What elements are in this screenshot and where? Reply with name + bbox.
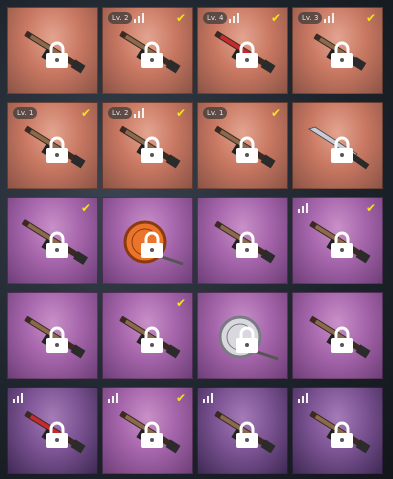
checkmark-icon: ✔ (80, 201, 92, 215)
skin-tile[interactable]: ✔ (7, 197, 98, 284)
lock-icon (46, 231, 68, 258)
lock-icon (331, 421, 353, 448)
checkmark-icon: ✔ (175, 296, 187, 310)
skin-tile[interactable]: ✔ (102, 387, 193, 474)
checkmark-icon: ✔ (80, 106, 92, 120)
lock-icon (236, 421, 258, 448)
skin-tile[interactable] (197, 292, 288, 379)
lock-icon (46, 421, 68, 448)
skin-tile[interactable] (292, 387, 383, 474)
level-badge: Lv. 4 (203, 12, 228, 24)
skin-tile[interactable]: Lv. 2 ✔ (102, 102, 193, 189)
lock-icon (141, 231, 163, 258)
signal-bars-icon (298, 203, 309, 213)
signal-bars-icon (134, 13, 145, 23)
level-badge: Lv. 2 (108, 107, 133, 119)
skin-inventory-grid: Lv. 2 ✔ Lv. 4 ✔ Lv. 3 ✔ Lv. 1 ✔ Lv. 2 ✔ Lv. 1 ✔ ✔ ✔ ✔ ✔ (0, 0, 393, 479)
skin-tile[interactable] (7, 387, 98, 474)
skin-tile[interactable]: ✔ (102, 292, 193, 379)
lock-icon (46, 136, 68, 163)
lock-icon (331, 326, 353, 353)
lock-icon (236, 231, 258, 258)
skin-tile[interactable] (197, 197, 288, 284)
signal-bars-icon (13, 393, 24, 403)
lock-icon (331, 231, 353, 258)
signal-bars-icon (229, 13, 240, 23)
checkmark-icon: ✔ (365, 201, 377, 215)
lock-icon (46, 41, 68, 68)
skin-tile[interactable]: ✔ (292, 197, 383, 284)
lock-icon (141, 421, 163, 448)
lock-icon (331, 41, 353, 68)
skin-tile[interactable]: Lv. 3 ✔ (292, 7, 383, 94)
lock-icon (46, 326, 68, 353)
checkmark-icon: ✔ (270, 11, 282, 25)
checkmark-icon: ✔ (175, 11, 187, 25)
checkmark-icon: ✔ (175, 106, 187, 120)
skin-tile[interactable] (7, 7, 98, 94)
lock-icon (236, 326, 258, 353)
checkmark-icon: ✔ (175, 391, 187, 405)
lock-icon (141, 41, 163, 68)
signal-bars-icon (203, 393, 214, 403)
skin-tile[interactable] (102, 197, 193, 284)
skin-tile[interactable]: Lv. 1 ✔ (7, 102, 98, 189)
skin-tile[interactable] (292, 292, 383, 379)
skin-tile[interactable]: Lv. 2 ✔ (102, 7, 193, 94)
skin-tile[interactable] (7, 292, 98, 379)
skin-tile[interactable]: Lv. 1 ✔ (197, 102, 288, 189)
signal-bars-icon (298, 393, 309, 403)
level-badge: Lv. 2 (108, 12, 133, 24)
signal-bars-icon (324, 13, 335, 23)
lock-icon (141, 136, 163, 163)
lock-icon (236, 41, 258, 68)
lock-icon (141, 326, 163, 353)
lock-icon (236, 136, 258, 163)
level-badge: Lv. 1 (203, 107, 228, 119)
lock-icon (331, 136, 353, 163)
level-badge: Lv. 1 (13, 107, 38, 119)
skin-tile[interactable]: Lv. 4 ✔ (197, 7, 288, 94)
checkmark-icon: ✔ (270, 106, 282, 120)
skin-tile[interactable] (292, 102, 383, 189)
checkmark-icon: ✔ (365, 11, 377, 25)
level-badge: Lv. 3 (298, 12, 323, 24)
skin-tile[interactable] (197, 387, 288, 474)
signal-bars-icon (134, 108, 145, 118)
signal-bars-icon (108, 393, 119, 403)
